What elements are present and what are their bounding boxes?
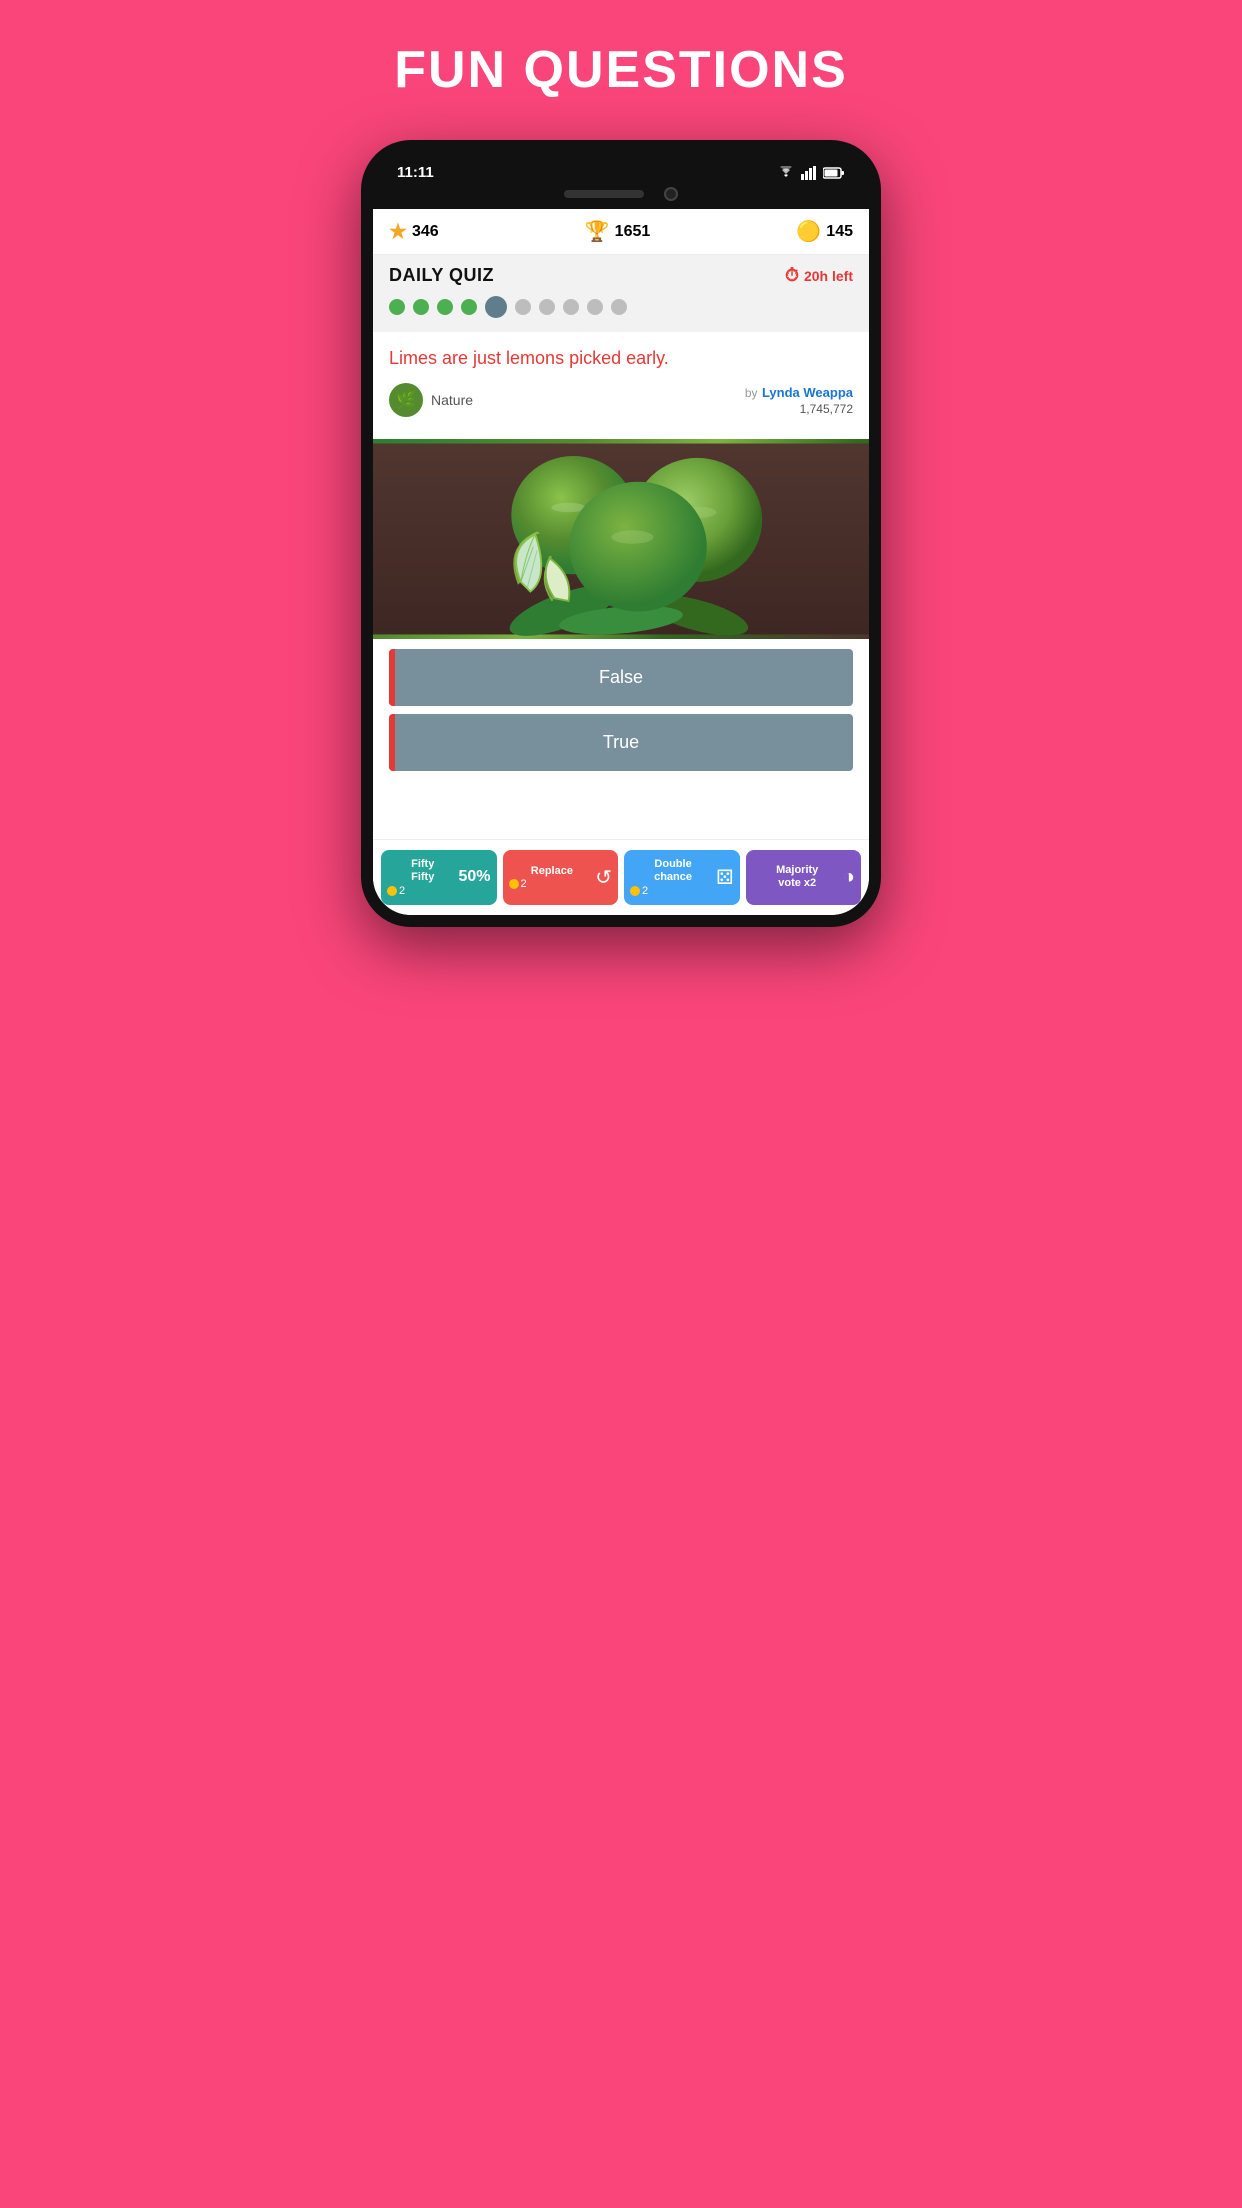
daily-quiz-header: DAILY QUIZ ⏱ 20h left <box>389 265 853 286</box>
powerup-replace[interactable]: Replace 2 ↺ <box>503 850 619 904</box>
star-icon: ★ <box>389 219 407 244</box>
powerup-replace-text: Replace <box>509 865 596 878</box>
progress-dot-10 <box>611 299 627 315</box>
wifi-icon <box>777 166 795 180</box>
signal-icon <box>801 166 817 180</box>
star-stat: ★ 346 <box>389 219 439 244</box>
phone-mockup: 11:11 <box>361 140 881 927</box>
powerup-double-count: 2 <box>630 885 716 897</box>
powerup-double-text: Doublechance <box>630 858 716 884</box>
progress-dot-7 <box>539 299 555 315</box>
phone-screen: ★ 346 🏆 1651 🟡 145 DAILY QUIZ ⏱ <box>373 209 869 915</box>
answer-false-label: False <box>405 667 837 688</box>
category-name: Nature <box>431 392 473 408</box>
progress-dot-3 <box>437 299 453 315</box>
coin-stat: 🟡 145 <box>796 219 853 244</box>
answers-area: False True <box>373 639 869 789</box>
coin-icon: 🟡 <box>796 219 821 244</box>
progress-dot-8 <box>563 299 579 315</box>
question-meta: 🌿 Nature by Lynda Weappa 1,745,772 <box>389 383 853 417</box>
daily-quiz-bar: DAILY QUIZ ⏱ 20h left <box>373 255 869 332</box>
majority-icon: ◑ <box>843 866 855 889</box>
trophy-count: 1651 <box>615 223 651 241</box>
answer-true-button[interactable]: True <box>389 714 853 771</box>
progress-dot-9 <box>587 299 603 315</box>
phone-camera-area <box>373 181 869 209</box>
powerup-majority-vote[interactable]: Majorityvote x2 ◑ <box>746 850 862 904</box>
phone-camera <box>664 187 678 201</box>
progress-dot-4 <box>461 299 477 315</box>
progress-dot-6 <box>515 299 531 315</box>
timer-icon: ⏱ <box>785 265 799 286</box>
author-name: Lynda Weappa <box>762 385 853 400</box>
battery-icon <box>823 167 845 179</box>
trophy-stat: 🏆 1651 <box>455 219 781 244</box>
spacer <box>373 789 869 839</box>
powerup-double-chance[interactable]: Doublechance 2 ⚄ <box>624 850 740 904</box>
timer-badge: ⏱ 20h left <box>785 265 853 286</box>
status-icons <box>777 166 845 180</box>
category-icon: 🌿 <box>389 383 423 417</box>
timer-label: 20h left <box>804 268 853 284</box>
phone-frame: 11:11 <box>361 140 881 927</box>
category-badge: 🌿 Nature <box>389 383 473 417</box>
app-header: ★ 346 🏆 1651 🟡 145 <box>373 209 869 255</box>
fifty-icon: 50% <box>458 868 490 886</box>
coin-count: 145 <box>826 223 853 241</box>
author-score: 1,745,772 <box>745 402 853 416</box>
powerup-majority-text: Majorityvote x2 <box>752 864 843 890</box>
question-image <box>373 439 869 639</box>
status-time: 11:11 <box>397 164 434 181</box>
question-text: Limes are just lemons picked early. <box>389 346 853 371</box>
author-by-label: by <box>745 386 758 400</box>
powerup-fifty-fifty[interactable]: FiftyFifty 2 50% <box>381 850 497 904</box>
progress-dot-2 <box>413 299 429 315</box>
powerups-bar: FiftyFifty 2 50% Replace 2 <box>373 839 869 914</box>
powerup-replace-count: 2 <box>509 878 596 890</box>
answer-true-label: True <box>405 732 837 753</box>
progress-dots <box>389 296 853 318</box>
answer-false-button[interactable]: False <box>389 649 853 706</box>
progress-dot-5 <box>485 296 507 318</box>
progress-dot-1 <box>389 299 405 315</box>
double-icon: ⚄ <box>716 865 733 890</box>
star-count: 346 <box>412 223 439 241</box>
status-bar: 11:11 <box>373 152 869 181</box>
daily-quiz-title: DAILY QUIZ <box>389 265 494 286</box>
question-area: Limes are just lemons picked early. 🌿 Na… <box>373 332 869 439</box>
replace-icon: ↺ <box>595 865 612 890</box>
page-title: FUN QUESTIONS <box>394 40 848 100</box>
trophy-icon: 🏆 <box>585 219 610 244</box>
powerup-fifty-text: FiftyFifty <box>387 858 458 884</box>
powerup-fifty-count: 2 <box>387 885 458 897</box>
phone-speaker <box>564 190 644 198</box>
author-info: by Lynda Weappa 1,745,772 <box>745 384 853 416</box>
